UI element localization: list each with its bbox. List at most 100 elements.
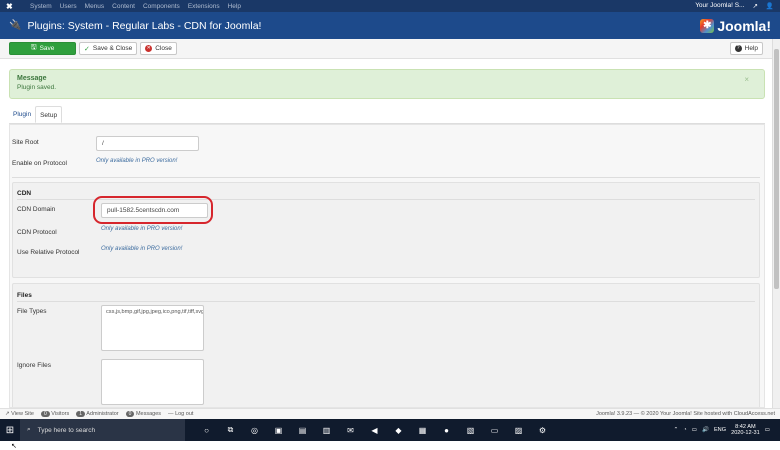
ignore-files-textarea[interactable] xyxy=(101,359,204,405)
minus-icon: — xyxy=(168,411,176,417)
edge-icon[interactable]: ◎ xyxy=(248,424,261,437)
help-button[interactable]: ? Help xyxy=(729,42,763,55)
joomla-brand[interactable]: ✱ Joomla! xyxy=(700,18,771,34)
cdn-protocol-label: CDN Protocol xyxy=(17,229,57,236)
site-root-input[interactable]: / xyxy=(96,136,199,151)
pro-note-cdn-protocol: Only available in PRO version! xyxy=(101,226,183,232)
administrator-link[interactable]: 1 Administrator xyxy=(76,411,119,417)
photos-icon[interactable]: ▣ xyxy=(272,424,285,437)
task-view-icon[interactable]: ⧉ xyxy=(224,424,237,437)
messages-count-badge: 0 xyxy=(125,411,135,417)
status-bar: ↗ View Site 0 Visitors 1 Administrator 0… xyxy=(0,408,780,419)
relative-protocol-label: Use Relative Protocol xyxy=(17,249,80,256)
files-title-divider xyxy=(17,301,755,302)
check-icon: ✓ xyxy=(84,45,90,53)
grid-app-icon[interactable]: ▦ xyxy=(416,424,429,437)
site-root-label: Site Root xyxy=(12,139,39,146)
user-icon[interactable]: 👤 xyxy=(766,2,774,10)
administrator-label: Administrator xyxy=(86,411,119,417)
logout-label: Log out xyxy=(175,411,194,417)
save-close-button[interactable]: ✓ Save & Close xyxy=(79,42,138,55)
message-title: Message xyxy=(17,75,47,82)
tab-setup[interactable]: Setup xyxy=(35,106,63,123)
battery-icon[interactable]: ▭ xyxy=(692,427,697,433)
site-name-link[interactable]: Your Joomla! S... xyxy=(695,2,744,10)
menu-system[interactable]: System xyxy=(30,3,52,10)
success-message: Message Plugin saved. × xyxy=(9,69,765,99)
external-link-icon[interactable]: ↗ xyxy=(752,2,757,10)
menu-components[interactable]: Components xyxy=(143,3,180,10)
view-site-link[interactable]: ↗ View Site xyxy=(5,411,34,417)
taskbar-app-icons: ○ ⧉ ◎ ▣ ▤ ▥ ✉ ◀ ◆ ▦ ● ▧ ▭ ▨ ⚙ xyxy=(200,424,549,437)
logout-link[interactable]: — Log out xyxy=(168,411,193,417)
search-icon: ⌕ xyxy=(27,426,31,433)
file-types-label: File Types xyxy=(17,308,47,315)
taskbar-search[interactable]: ⌕ Type here to search xyxy=(20,419,185,441)
menu-users[interactable]: Users xyxy=(60,3,77,10)
ignore-files-label: Ignore Files xyxy=(17,362,51,369)
page-scrollbar[interactable] xyxy=(772,39,780,408)
visitors-count-badge: 0 xyxy=(40,411,50,417)
archive-icon[interactable]: ▧ xyxy=(464,424,477,437)
cdn-section-title: CDN xyxy=(17,190,32,197)
joomla-logo-icon: ✱ xyxy=(700,18,715,33)
page-title: Plugins: System - Regular Labs - CDN for… xyxy=(27,19,262,32)
taskbar-clock[interactable]: 8:42 AM 2020-12-31 xyxy=(731,424,760,437)
below-taskbar-area xyxy=(0,441,780,449)
pro-note-relative-protocol: Only available in PRO version! xyxy=(101,246,183,252)
screen-app-icon[interactable]: ▨ xyxy=(512,424,525,437)
dismiss-message-icon[interactable]: × xyxy=(744,75,749,84)
close-button[interactable]: ✕ Close xyxy=(140,42,177,55)
files-section-title: Files xyxy=(17,292,32,299)
topbar-right: Your Joomla! S... ↗ 👤 xyxy=(695,2,774,10)
terminal-icon[interactable]: ▭ xyxy=(488,424,501,437)
clock-date: 2020-12-31 xyxy=(731,430,760,436)
save-label: Save xyxy=(39,45,55,52)
store-icon[interactable]: ▤ xyxy=(296,424,309,437)
scrollbar-thumb[interactable] xyxy=(774,49,779,289)
tab-plugin[interactable]: Plugin xyxy=(9,106,35,123)
file-types-textarea[interactable]: css,js,bmp,gif,jpg,jpeg,ico,png,tif,tiff… xyxy=(101,305,204,351)
vscode-icon[interactable]: ◀ xyxy=(368,424,381,437)
menu-content[interactable]: Content xyxy=(112,3,135,10)
app-icon[interactable]: ◆ xyxy=(392,424,405,437)
plugin-icon: 🔌 xyxy=(9,20,22,31)
question-icon: ? xyxy=(734,45,742,52)
save-button[interactable]: 🖫 Save xyxy=(9,42,76,55)
save-icon: 🖫 xyxy=(30,44,37,51)
chrome-icon[interactable]: ● xyxy=(440,424,453,437)
messages-link[interactable]: 0 Messages xyxy=(125,411,161,417)
pro-note-protocol: Only available in PRO version! xyxy=(96,158,178,164)
tabs: Plugin Setup xyxy=(9,106,765,124)
menu-extensions[interactable]: Extensions xyxy=(188,3,220,10)
admin-menu-bar: ✖ System Users Menus Content Components … xyxy=(0,0,780,12)
menu-help[interactable]: Help xyxy=(228,3,241,10)
visitors-link[interactable]: 0 Visitors xyxy=(40,411,69,417)
wifi-icon[interactable]: ◔ xyxy=(683,427,686,433)
close-label: Close xyxy=(155,45,172,52)
joomla-brand-text: Joomla! xyxy=(717,17,771,34)
cdn-domain-label: CDN Domain xyxy=(17,206,56,213)
setup-panel: Site Root / Enable on Protocol Only avai… xyxy=(9,124,765,408)
mail-icon[interactable]: ✉ xyxy=(344,424,357,437)
file-explorer-icon[interactable]: ▥ xyxy=(320,424,333,437)
windows-start-icon[interactable]: ⊞ xyxy=(0,425,20,436)
volume-icon[interactable]: 🔊 xyxy=(702,427,709,433)
toolbar: 🖫 Save ✓ Save & Close ✕ Close ? Help xyxy=(0,39,772,59)
red-highlight-annotation xyxy=(93,196,213,224)
page-header: 🔌 Plugins: System - Regular Labs - CDN f… xyxy=(0,12,780,39)
windows-taskbar: ⊞ ⌕ Type here to search ○ ⧉ ◎ ▣ ▤ ▥ ✉ ◀ … xyxy=(0,419,780,441)
joomla-x-icon[interactable]: ✖ xyxy=(6,2,16,11)
notification-icon[interactable]: ▭ xyxy=(765,427,770,433)
menu-menus[interactable]: Menus xyxy=(85,3,105,10)
cortana-icon[interactable]: ○ xyxy=(200,424,213,437)
cdn-section: CDN CDN Domain pull-1582.5centscdn.com C… xyxy=(12,182,760,278)
language-indicator[interactable]: ENG xyxy=(714,427,726,433)
close-icon: ✕ xyxy=(145,45,153,52)
tray-chevron-icon[interactable]: ⌃ xyxy=(674,427,679,433)
section-divider xyxy=(12,177,760,178)
view-site-label: View Site xyxy=(11,411,34,417)
settings-app-icon[interactable]: ⚙ xyxy=(536,424,549,437)
message-text: Plugin saved. xyxy=(17,84,57,91)
help-label: Help xyxy=(744,45,758,52)
